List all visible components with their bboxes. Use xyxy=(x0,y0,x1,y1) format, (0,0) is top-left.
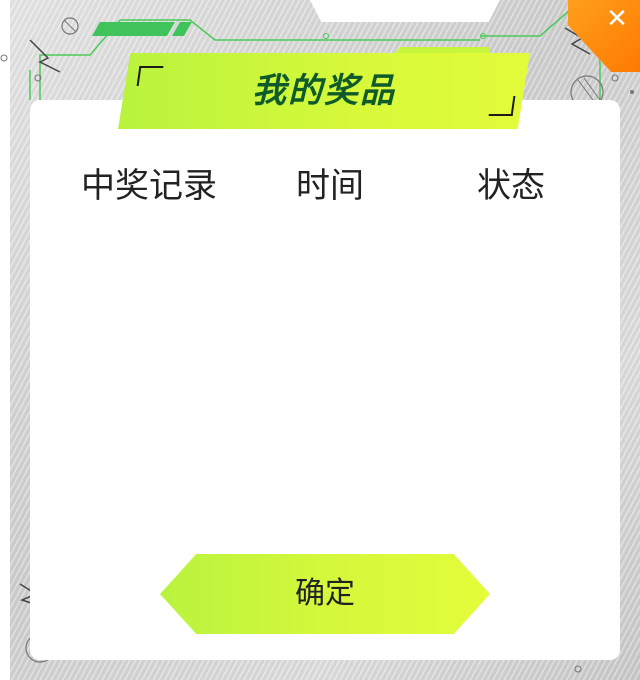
column-header-status: 状态 xyxy=(477,166,545,206)
confirm-button-label: 确定 xyxy=(295,576,355,611)
column-header-time: 时间 xyxy=(296,166,364,206)
table-header-row: 中奖记录 时间 状态 xyxy=(30,160,620,212)
close-icon[interactable]: ✕ xyxy=(604,6,630,32)
confirm-button[interactable]: 确定 xyxy=(160,554,490,634)
dialog-title: 我的奖品 xyxy=(252,71,396,111)
column-header-record: 中奖记录 xyxy=(81,166,217,206)
